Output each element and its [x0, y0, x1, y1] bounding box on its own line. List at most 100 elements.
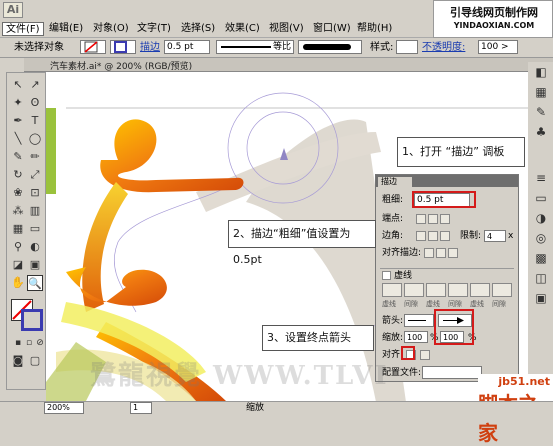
dash-field-1[interactable]	[382, 283, 402, 297]
stroke-panel-icon[interactable]: ≡	[533, 170, 549, 186]
menu-view[interactable]: 视图(V)	[266, 22, 307, 36]
free-transform-tool-icon[interactable]: ⊡	[27, 185, 43, 201]
callout-set-end-arrow: 3、设置终点箭头	[262, 325, 374, 351]
paintbrush-tool-icon[interactable]: ✎	[10, 149, 26, 165]
draw-mode-icon[interactable]: ◙	[10, 353, 26, 369]
stroke-weight-field[interactable]: 0.5 pt	[164, 40, 210, 54]
dash-field-3[interactable]	[470, 283, 490, 297]
color-panel-icon[interactable]: ◧	[533, 64, 549, 80]
align-center-button[interactable]	[424, 248, 434, 258]
menu-type[interactable]: 文字(T)	[134, 22, 174, 36]
variable-width-profile[interactable]: 等比	[216, 40, 294, 54]
projecting-cap-button[interactable]	[440, 214, 450, 224]
miter-join-button[interactable]	[416, 231, 426, 241]
layers-panel-icon[interactable]: ◫	[533, 270, 549, 286]
menu-select[interactable]: 选择(S)	[178, 22, 218, 36]
selection-tool-icon[interactable]: ↖	[10, 77, 26, 93]
menu-window[interactable]: 窗口(W)	[310, 22, 354, 36]
brush-definition[interactable]	[298, 40, 362, 54]
gradient-panel-icon[interactable]: ▭	[533, 190, 549, 206]
limit-field[interactable]: 4	[484, 230, 506, 242]
limit-label: 限制:	[460, 231, 482, 241]
page-field[interactable]: 1	[130, 402, 152, 414]
gradient-tool-icon[interactable]: ▭	[27, 221, 43, 237]
swatches-panel-icon[interactable]: ▦	[533, 84, 549, 100]
rotate-tool-icon[interactable]: ↻	[10, 167, 26, 183]
screen-mode-icon[interactable]: ▢	[27, 353, 43, 369]
magic-wand-tool-icon[interactable]: ✦	[10, 95, 26, 111]
stroke-panel-titlebar[interactable]: 描边	[376, 175, 518, 187]
banner-url: YINDAOXIAN.COM	[453, 21, 535, 30]
stroke-color-icon[interactable]	[21, 309, 43, 331]
symbol-sprayer-tool-icon[interactable]: ⁂	[10, 203, 26, 219]
opacity-link[interactable]: 不透明度:	[422, 41, 465, 55]
pencil-tool-icon[interactable]: ✏	[27, 149, 43, 165]
document-tab[interactable]: 汽车素材.ai* @ 200% (RGB/预览)	[24, 58, 553, 72]
live-paint-tool-icon[interactable]: ◪	[10, 257, 26, 273]
gap-field-1[interactable]	[404, 283, 424, 297]
fill-swatch[interactable]	[80, 40, 106, 54]
zoom-select[interactable]: 200%	[44, 402, 84, 414]
artboards-panel-icon[interactable]: ▣	[533, 290, 549, 306]
align-arrow-end-button[interactable]	[420, 350, 430, 360]
dashed-checkbox[interactable]	[382, 271, 391, 280]
style-label: 样式:	[370, 42, 394, 53]
menu-help[interactable]: 帮助(H)	[354, 22, 395, 36]
menu-object[interactable]: 对象(O)	[90, 22, 132, 36]
control-bar: 未选择对象 描边 0.5 pt 等比 样式: 不透明度: 100 >	[0, 38, 553, 58]
direct-selection-tool-icon[interactable]: ↗	[27, 77, 43, 93]
start-arrowhead-select[interactable]	[404, 314, 434, 327]
end-arrow-highlight	[434, 309, 474, 345]
brushes-panel-icon[interactable]: ✎	[533, 104, 549, 120]
type-tool-icon[interactable]: T	[27, 113, 43, 129]
round-cap-button[interactable]	[428, 214, 438, 224]
scale-tool-icon[interactable]: ⤢	[27, 167, 43, 183]
style-swatch[interactable]	[396, 40, 418, 54]
scale-label: 缩放:	[382, 333, 404, 343]
opacity-field[interactable]: 100 >	[478, 40, 518, 54]
blend-tool-icon[interactable]: ◐	[27, 239, 43, 255]
butt-cap-button[interactable]	[416, 214, 426, 224]
gap-field-2[interactable]	[448, 283, 468, 297]
warp-tool-icon[interactable]: ❀	[10, 185, 26, 201]
banner-title: 引导线网页制作网	[450, 6, 538, 19]
bevel-join-button[interactable]	[440, 231, 450, 241]
ellipse-tool-icon[interactable]: ◯	[27, 131, 43, 147]
hand-tool-icon[interactable]: ✋	[10, 275, 26, 291]
status-mode: 缩放	[246, 403, 265, 413]
stroke-panel-tab[interactable]: 描边	[378, 177, 412, 187]
menu-edit[interactable]: 编辑(E)	[46, 22, 86, 36]
cap-label: 端点:	[382, 214, 404, 224]
transparency-panel-icon[interactable]: ◑	[533, 210, 549, 226]
graph-tool-icon[interactable]: ▥	[27, 203, 43, 219]
arrowheads-label: 箭头:	[382, 316, 404, 326]
start-scale-field[interactable]: 100	[404, 331, 428, 343]
graphic-styles-panel-icon[interactable]: ▩	[533, 250, 549, 266]
eyedropper-tool-icon[interactable]: ⚲	[10, 239, 26, 255]
gap-field-3[interactable]	[492, 283, 512, 297]
app-logo: Ai	[3, 2, 23, 18]
tools-panel: ↖ ↗ ✦ ʘ ✒ T ╲ ◯ ✎ ✏ ↻ ⤢ ❀ ⊡ ⁂ ▥ ▦ ▭ ⚲ ◐ …	[6, 72, 46, 390]
align-inside-button[interactable]	[436, 248, 446, 258]
round-join-button[interactable]	[428, 231, 438, 241]
weight-label: 粗细:	[382, 195, 404, 205]
artboard-tool-icon[interactable]: ▣	[27, 257, 43, 273]
pen-tool-icon[interactable]: ✒	[10, 113, 26, 129]
menu-effect[interactable]: 效果(C)	[222, 22, 263, 36]
menu-file[interactable]: 文件(F)	[2, 22, 44, 36]
gap-label-3: 间隙	[492, 300, 506, 308]
profile-select[interactable]	[422, 366, 482, 379]
limit-unit: x	[508, 231, 514, 241]
stroke-swatch[interactable]	[110, 40, 136, 54]
dash-field-2[interactable]	[426, 283, 446, 297]
weight-highlight	[412, 191, 476, 208]
corner-label: 边角:	[382, 231, 404, 241]
appearance-panel-icon[interactable]: ◎	[533, 230, 549, 246]
lasso-tool-icon[interactable]: ʘ	[27, 95, 43, 111]
zoom-tool-icon[interactable]: 🔍	[27, 275, 43, 291]
stroke-link[interactable]: 描边	[140, 41, 160, 55]
mesh-tool-icon[interactable]: ▦	[10, 221, 26, 237]
line-tool-icon[interactable]: ╲	[10, 131, 26, 147]
align-outside-button[interactable]	[448, 248, 458, 258]
symbols-panel-icon[interactable]: ♣	[533, 124, 549, 140]
